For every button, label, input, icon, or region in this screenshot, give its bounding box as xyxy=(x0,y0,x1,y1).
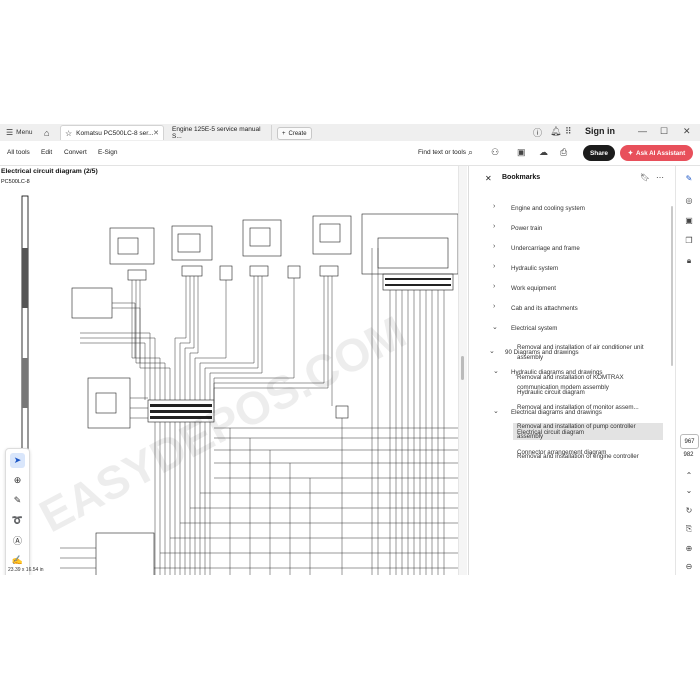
bookmarks-scrollbar[interactable] xyxy=(671,206,673,366)
bookmark-item[interactable]: Cab and its attachments xyxy=(511,304,578,314)
chevron-right-icon[interactable]: › xyxy=(493,263,495,270)
home-icon[interactable]: ⌂ xyxy=(44,124,49,141)
menu-convert[interactable]: Convert xyxy=(64,149,87,156)
bookmark-item[interactable]: Hydraulic system xyxy=(511,264,558,274)
hamburger-icon: ☰ xyxy=(6,128,14,137)
chevron-down-icon[interactable]: ⌄ xyxy=(493,407,499,415)
circuit-diagram: EASYDEPOS.COM xyxy=(21,195,458,575)
menu-e-sign[interactable]: E-Sign xyxy=(98,149,118,156)
page-number-input[interactable]: 967 xyxy=(680,434,699,449)
page-subtitle: PC500LC-8 xyxy=(1,179,30,185)
ai-assistant-button[interactable]: ✦ Ask AI Assistant xyxy=(620,145,693,161)
more-tools-icon[interactable]: ⋯ xyxy=(10,573,25,575)
more-options-icon[interactable]: ⋯ xyxy=(656,173,664,182)
zoom-in-icon[interactable]: ⊕ xyxy=(682,544,696,553)
bookmark-item[interactable]: Electrical diagrams and drawings xyxy=(511,408,602,418)
bookmark-item[interactable]: Electrical system xyxy=(511,324,557,334)
apps-grid-icon[interactable]: ⠿ xyxy=(565,126,572,137)
left-tools-palette: ➤ ⊕ ✎ ➰ Ⓐ ✍ ⋯ xyxy=(5,448,30,575)
chevron-right-icon[interactable]: › xyxy=(493,283,495,290)
pen-icon[interactable]: ✎ xyxy=(10,493,25,508)
scrollbar-thumb[interactable] xyxy=(461,356,464,380)
bookmarks-panel: ✕ Bookmarks 🔖︎ ⋯ › Engine and cooling sy… xyxy=(468,166,675,575)
chevron-down-icon[interactable]: ⌄ xyxy=(682,486,696,495)
zoom-out-icon[interactable]: ⊖ xyxy=(682,562,696,571)
chevron-right-icon[interactable]: › xyxy=(493,203,495,210)
help-icon[interactable]: ⓘ xyxy=(533,126,542,139)
tab-bar: ☰ Menu ⌂ ☆ Komatsu PC500LC-8 ser... ✕ En… xyxy=(0,124,700,142)
document-viewer[interactable]: Electrical circuit diagram (2/5) PC500LC… xyxy=(0,166,467,575)
tab-label: Komatsu PC500LC-8 ser... xyxy=(76,129,154,137)
ai-sparkle-icon: ✦ xyxy=(627,149,634,157)
share-button[interactable]: Share xyxy=(583,145,615,161)
edit-pdf-icon[interactable]: ✎ xyxy=(682,174,696,183)
bookmark-item[interactable]: Power train xyxy=(511,224,542,234)
chevron-right-icon[interactable]: › xyxy=(493,303,495,310)
page-title: Electrical circuit diagram (2/5) xyxy=(1,168,98,175)
tab-label: Engine 125E-5 service manual S... xyxy=(172,125,261,140)
minimize-icon[interactable]: — xyxy=(638,126,647,136)
bookmark-item[interactable]: Engine and cooling system xyxy=(511,204,585,214)
page-dimensions: 23.39 x 16.54 in xyxy=(8,567,44,573)
bookmarks-title: Bookmarks xyxy=(502,174,541,181)
plus-icon: + xyxy=(282,130,286,137)
pages-icon[interactable]: ❐ xyxy=(682,236,696,245)
tab-document-1[interactable]: ☆ Komatsu PC500LC-8 ser... ✕ xyxy=(60,125,164,140)
save-icon[interactable]: ▣ xyxy=(517,147,526,158)
main-toolbar: All tools Edit Convert E-Sign Find text … xyxy=(0,141,700,166)
comment-icon[interactable]: ◎ xyxy=(682,196,696,205)
lasso-icon[interactable]: ➰ xyxy=(10,513,25,528)
chevron-right-icon[interactable]: › xyxy=(493,243,495,250)
bookmark-item[interactable]: Hydraulic circuit diagram xyxy=(517,388,585,398)
menu-edit[interactable]: Edit xyxy=(41,149,52,156)
chevron-up-icon[interactable]: ⌃ xyxy=(682,471,696,480)
print-icon[interactable]: ⎙ xyxy=(560,147,567,158)
add-bookmark-icon[interactable]: 🔖︎ xyxy=(640,173,650,182)
acrobat-window: ☰ Menu ⌂ ☆ Komatsu PC500LC-8 ser... ✕ En… xyxy=(0,124,700,575)
bookmark-item[interactable]: Electrical circuit diagram xyxy=(517,428,584,438)
chevron-right-icon[interactable]: › xyxy=(493,223,495,230)
sign-icon[interactable]: ✍ xyxy=(10,553,25,568)
sign-in-button[interactable]: Sign in xyxy=(585,126,615,136)
create-button[interactable]: + Create xyxy=(277,127,312,140)
page-total: 982 xyxy=(683,452,694,458)
create-label: Create xyxy=(288,130,307,137)
bookmark-item[interactable]: Work equipment xyxy=(511,284,556,294)
bookmarks-rail-icon[interactable]: ▣ xyxy=(682,216,696,225)
chevron-down-icon[interactable]: ⌄ xyxy=(489,347,495,355)
save-page-icon[interactable]: ⎘ xyxy=(682,524,696,534)
rotate-icon[interactable]: ↻ xyxy=(682,506,696,515)
compare-icon[interactable]: ⚇ xyxy=(491,147,499,158)
notifications-icon[interactable]: 🔔︎ xyxy=(550,126,561,137)
bookmark-item[interactable]: Undercarriage and frame xyxy=(511,244,580,254)
close-panel-icon[interactable]: ✕ xyxy=(485,174,492,183)
bookmark-item[interactable]: Hydraulic diagrams and drawings xyxy=(511,368,602,378)
close-window-icon[interactable]: ✕ xyxy=(683,126,691,137)
upload-cloud-icon[interactable]: ☁ xyxy=(539,147,548,158)
ai-assistant-label: Ask AI Assistant xyxy=(636,149,686,157)
chevron-down-icon[interactable]: ⌄ xyxy=(493,367,499,375)
chevron-down-icon[interactable]: ⌄ xyxy=(492,323,498,331)
menu-all-tools[interactable]: All tools xyxy=(7,149,30,156)
bookmark-item[interactable]: Connector arrangement diagram xyxy=(517,448,606,458)
tab-document-2[interactable]: Engine 125E-5 service manual S... xyxy=(168,125,272,140)
right-rail: ✎ ◎ ▣ ❐ 🔒︎ 967 982 ⌃ ⌄ ↻ ⎘ ⊕ ⊖ xyxy=(675,166,700,575)
comment-zoom-icon[interactable]: ⊕ xyxy=(10,473,25,488)
menu-button[interactable]: ☰ Menu xyxy=(6,124,32,141)
document-scrollbar[interactable] xyxy=(458,166,467,575)
star-icon: ☆ xyxy=(65,128,73,138)
menu-label: Menu xyxy=(16,129,33,136)
maximize-icon[interactable]: ☐ xyxy=(660,126,668,137)
watermark-text: EASYDEPOS.COM xyxy=(31,306,414,543)
text-select-icon[interactable]: Ⓐ xyxy=(10,533,25,548)
select-cursor-icon[interactable]: ➤ xyxy=(10,453,25,468)
close-tab-icon[interactable]: ✕ xyxy=(153,129,159,137)
bookmark-item[interactable]: 90 Diagrams and drawings xyxy=(505,348,579,358)
lock-icon[interactable]: 🔒︎ xyxy=(682,256,696,266)
find-text-label[interactable]: Find text or tools xyxy=(418,149,466,156)
search-icon[interactable]: ⌕ xyxy=(468,147,473,158)
